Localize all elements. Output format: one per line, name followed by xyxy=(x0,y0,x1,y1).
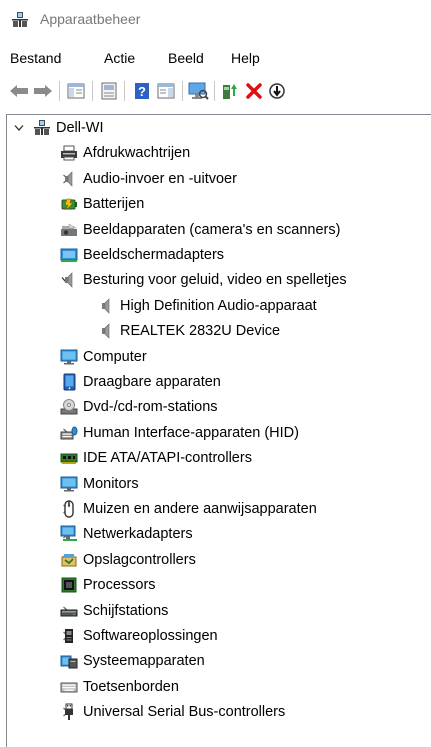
tree-item-label: Processors xyxy=(83,577,156,594)
ide-controller-icon xyxy=(60,449,78,467)
tree-item-label: Universal Serial Bus-controllers xyxy=(83,704,286,721)
battery-icon xyxy=(60,195,78,213)
chevron-down-icon[interactable] xyxy=(13,122,25,134)
svg-text:?: ? xyxy=(138,84,146,99)
network-adapter-icon xyxy=(60,525,78,543)
tree-item-dvd-cd-rom-stations[interactable]: Dvd-/cd-rom-stations xyxy=(7,395,427,420)
window-title: Apparaatbeheer xyxy=(40,11,141,27)
action-pane-icon[interactable] xyxy=(155,80,177,102)
tree-item-label: Computer xyxy=(83,348,147,365)
tree-item-computer[interactable]: Computer xyxy=(7,345,427,370)
tree-item-batterijen[interactable]: Batterijen xyxy=(7,192,427,217)
tree-item-systeemapparaten[interactable]: Systeemapparaten xyxy=(7,649,427,674)
disk-drive-icon xyxy=(60,602,78,620)
help-icon[interactable]: ? xyxy=(131,80,153,102)
uninstall-device-icon[interactable] xyxy=(243,80,265,102)
keyboard-icon xyxy=(60,678,78,696)
tree-item-draagbare-apparaten[interactable]: Draagbare apparaten xyxy=(7,370,427,395)
tree-item-label: Beeldapparaten (camera's en scanners) xyxy=(83,221,341,238)
tree-item-schijfstations[interactable]: Schijfstations xyxy=(7,599,427,624)
tree-item-netwerkadapters[interactable]: Netwerkadapters xyxy=(7,522,427,547)
title-bar: Apparaatbeheer xyxy=(0,0,431,40)
tree-item-beeldschermadapters[interactable]: Beeldschermadapters xyxy=(7,243,427,268)
system-devices-icon xyxy=(60,652,78,670)
tree-item-label: Muizen en andere aanwijsapparaten xyxy=(83,501,317,517)
tree-item-ide-ata-atapi-controllers[interactable]: IDE ATA/ATAPI-controllers xyxy=(7,446,427,471)
storage-controller-icon xyxy=(60,551,78,569)
tree-item-besturing-voor-geluid-video-en-spelletjes[interactable]: Besturing voor geluid, video en spelletj… xyxy=(7,268,427,293)
speaker-icon xyxy=(97,322,115,340)
tree-item-label: Toetsenborden xyxy=(83,678,179,695)
tree-item-label: Human Interface-apparaten (HID) xyxy=(83,424,299,441)
toolbar: ? xyxy=(0,77,431,105)
speaker-icon xyxy=(60,271,78,289)
scan-hardware-icon[interactable] xyxy=(187,80,209,102)
menu-actie[interactable]: Actie xyxy=(104,50,135,66)
tree-item-label: Draagbare apparaten xyxy=(83,374,221,390)
tree-item-realtek-2832u-device[interactable]: REALTEK 2832U Device xyxy=(7,319,427,344)
monitor-icon xyxy=(60,475,78,493)
speaker-icon xyxy=(60,170,78,188)
usb-icon xyxy=(60,703,78,721)
toolbar-separator xyxy=(92,81,93,101)
hid-icon xyxy=(60,424,78,442)
tree-item-muizen-en-andere-aanwijsapparaten[interactable]: Muizen en andere aanwijsapparaten xyxy=(7,497,427,522)
toolbar-separator xyxy=(182,81,183,101)
tree-item-softwareoplossingen[interactable]: Softwareoplossingen xyxy=(7,624,427,649)
tree-item-label: Softwareoplossingen xyxy=(83,628,218,644)
toolbar-separator xyxy=(59,81,60,101)
tree-item-monitors[interactable]: Monitors xyxy=(7,472,427,497)
device-manager-icon xyxy=(12,12,28,27)
tree-item-label: Systeemapparaten xyxy=(83,653,205,670)
menu-bar: Bestand Actie Beeld Help xyxy=(0,44,431,72)
tree-item-label: Batterijen xyxy=(83,196,145,213)
tree-item-label: Besturing voor geluid, video en spelletj… xyxy=(83,272,347,289)
properties-icon[interactable] xyxy=(98,80,120,102)
disable-device-icon[interactable] xyxy=(266,80,288,102)
tree-item-beeldapparaten-camera-s-en-scanners[interactable]: Beeldapparaten (camera's en scanners) xyxy=(7,218,427,243)
tree-item-label: Audio-invoer en -uitvoer xyxy=(83,170,237,187)
software-component-icon xyxy=(60,627,78,645)
tree-item-label: Beeldschermadapters xyxy=(83,247,225,263)
tree-item-label: Opslagcontrollers xyxy=(83,551,196,568)
back-icon[interactable] xyxy=(8,80,30,102)
tree-item-label: Dell-WI xyxy=(56,120,104,136)
speaker-icon xyxy=(97,297,115,315)
update-driver-icon[interactable] xyxy=(219,80,241,102)
tree-item-label: Monitors xyxy=(83,475,139,492)
tree-item-label: Netwerkadapters xyxy=(83,526,193,543)
tree-item-afdrukwachtrijen[interactable]: Afdrukwachtrijen xyxy=(7,141,427,166)
tree-item-label: Dvd-/cd-rom-stations xyxy=(83,399,218,416)
tree-item-audio-invoer-en-uitvoer[interactable]: Audio-invoer en -uitvoer xyxy=(7,167,427,192)
tree-item-opslagcontrollers[interactable]: Opslagcontrollers xyxy=(7,548,427,573)
tree-item-label: Afdrukwachtrijen xyxy=(83,145,191,162)
toolbar-separator xyxy=(214,81,215,101)
tree-item-label: REALTEK 2832U Device xyxy=(120,323,281,340)
device-tree[interactable]: Dell-WI Afdrukwachtrijen Audio-invoer en -… xyxy=(6,114,431,747)
computer-icon xyxy=(60,348,78,366)
printer-icon xyxy=(60,144,78,162)
tree-item-processors[interactable]: Processors xyxy=(7,573,427,598)
tree-item-label: IDE ATA/ATAPI-controllers xyxy=(83,450,252,467)
camera-icon xyxy=(60,221,78,239)
tree-item-toetsenborden[interactable]: Toetsenborden xyxy=(7,675,427,700)
menu-help[interactable]: Help xyxy=(231,50,260,66)
menu-bestand[interactable]: Bestand xyxy=(10,50,61,66)
portable-device-icon xyxy=(60,373,78,391)
tree-item-high-definition-audio-apparaat[interactable]: High Definition Audio-apparaat xyxy=(7,294,427,319)
tree-item-human-interface-apparaten-hid[interactable]: Human Interface-apparaten (HID) xyxy=(7,421,427,446)
processor-icon xyxy=(60,576,78,594)
mouse-icon xyxy=(60,500,78,518)
show-hide-console-tree-icon[interactable] xyxy=(65,80,87,102)
toolbar-separator xyxy=(124,81,125,101)
dvd-drive-icon xyxy=(60,398,78,416)
tree-item-label: Schijfstations xyxy=(83,602,169,619)
tree-item-root[interactable]: Dell-WI xyxy=(7,116,427,141)
display-adapter-icon xyxy=(60,246,78,264)
tree-item-universal-serial-bus-controllers[interactable]: Universal Serial Bus-controllers xyxy=(7,700,427,725)
computer-root-icon xyxy=(33,119,51,137)
tree-item-label: High Definition Audio-apparaat xyxy=(120,297,317,314)
forward-icon[interactable] xyxy=(32,80,54,102)
menu-beeld[interactable]: Beeld xyxy=(168,50,204,66)
